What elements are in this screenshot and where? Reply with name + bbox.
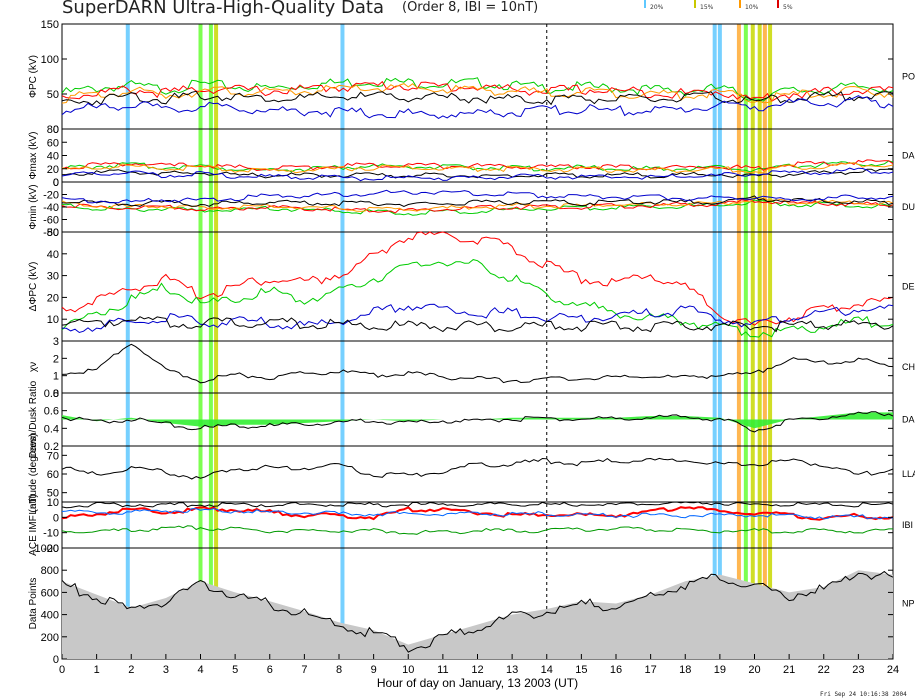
panel-npnt: 02004006008001000Data Points NP	[28, 543, 915, 666]
y-tick-label: 0.8	[44, 388, 59, 400]
y-tick-label: 40	[47, 151, 59, 163]
y-tick-label: -60	[43, 215, 59, 227]
panel-pmin: 0-20-40-60-80Φmin (kV) DU	[28, 177, 915, 239]
y-axis-label: ΦPC (kV)	[28, 55, 39, 98]
y-tick-label: 100	[41, 54, 59, 66]
y-tick-label: -10	[43, 528, 59, 540]
x-tick-label: 3	[163, 664, 169, 676]
y-tick-label: 60	[47, 469, 59, 481]
y-tick-label: 150	[41, 19, 59, 31]
x-tick-label: 20	[748, 664, 760, 676]
panel-right-label: DA	[902, 151, 915, 161]
panel-right-label: IBI	[902, 520, 913, 530]
y-tick-label: 0.4	[44, 423, 59, 435]
x-tick-label: 8	[336, 664, 342, 676]
x-tick-label: 12	[471, 664, 483, 676]
x-tick-label: 18	[679, 664, 691, 676]
x-tick-label: 7	[301, 664, 307, 676]
x-tick-label: 21	[783, 664, 795, 676]
y-axis-label: χν	[28, 362, 39, 372]
panel-right-label: DU	[902, 202, 915, 212]
y-tick-label: 70	[47, 450, 59, 462]
chart-svg: 050100150ΦPC (kV) PO020406080Φmax (kV) DA0…	[28, 19, 915, 690]
y-tick-label: 50	[47, 227, 59, 239]
y-tick-label: 80	[47, 124, 59, 136]
panel-chi: 0123χν CH	[28, 336, 915, 400]
panel-right-label: NP	[902, 599, 915, 609]
panel-dpcp: 10 20 30 40 50 ΔΦPC (kV) DE	[28, 227, 915, 342]
y-tick-label: 20	[47, 164, 59, 176]
y-axis-label: Φmin (kV)	[28, 184, 39, 229]
y-tick-label: 1	[53, 371, 59, 383]
x-tick-label: 2	[128, 664, 134, 676]
panel-right-label: PO	[902, 72, 915, 82]
panel-pcp: 050100150ΦPC (kV) PO	[28, 19, 915, 136]
x-tick-label: 0	[59, 664, 65, 676]
x-tick-label: 4	[197, 664, 203, 676]
y-tick-label: 2	[53, 353, 59, 365]
panel-right-label: DA	[902, 415, 915, 425]
y-tick-label: -20	[43, 190, 59, 202]
y-tick-label: 0	[53, 177, 59, 189]
y-tick-label: 800	[41, 565, 59, 577]
y-tick-label: 1000	[35, 543, 59, 555]
y-tick-label: 20	[47, 292, 59, 304]
y-tick-label: 30	[47, 271, 59, 283]
y-tick-label: 600	[41, 587, 59, 599]
x-tick-label: 17	[645, 664, 657, 676]
x-tick-label: 16	[610, 664, 622, 676]
x-tick-label: 15	[575, 664, 587, 676]
x-tick-label: 1	[94, 664, 100, 676]
y-tick-label: 400	[41, 610, 59, 622]
x-tick-label: 9	[371, 664, 377, 676]
y-tick-label: 10	[47, 314, 59, 326]
x-tick-label: 22	[818, 664, 830, 676]
x-tick-label: 23	[852, 664, 864, 676]
x-axis-label: Hour of day on January, 13 2003 (UT)	[377, 676, 578, 690]
y-tick-label: 3	[53, 336, 59, 348]
y-axis-label: ΔΦPC (kV)	[28, 262, 39, 312]
x-tick-label: 5	[232, 664, 238, 676]
x-tick-label: 19	[714, 664, 726, 676]
panel-right-label: CH	[902, 362, 915, 372]
y-tick-label: 200	[41, 632, 59, 644]
panel-imf: -20-10010ACE IMF (nT) IBI	[28, 494, 913, 556]
x-tick-label: 10	[402, 664, 414, 676]
x-tick-label: 14	[541, 664, 553, 676]
x-tick-label: 13	[506, 664, 518, 676]
x-tick-label: 6	[267, 664, 273, 676]
y-axis-label: Data Points	[28, 578, 39, 630]
y-tick-label: 10	[47, 497, 59, 509]
y-tick-label: 0.6	[44, 406, 59, 418]
y-axis-label: Φmax (kV)	[28, 132, 39, 180]
y-tick-label: -40	[43, 202, 59, 214]
y-tick-label: 60	[47, 137, 59, 149]
panel-right-label: DE	[902, 282, 915, 292]
y-tick-label: 0	[53, 512, 59, 524]
x-tick-label: 24	[887, 664, 899, 676]
x-tick-label: 11	[437, 664, 448, 676]
y-tick-label: 50	[47, 89, 59, 101]
panel-right-label: LLA	[902, 469, 915, 479]
panel-pmax: 02040 6080 Φmax (kV) DA	[28, 124, 915, 189]
timestamp-footer: Fri Sep 24 10:16:38 2004	[820, 691, 907, 698]
y-tick-label: 40	[47, 249, 59, 261]
